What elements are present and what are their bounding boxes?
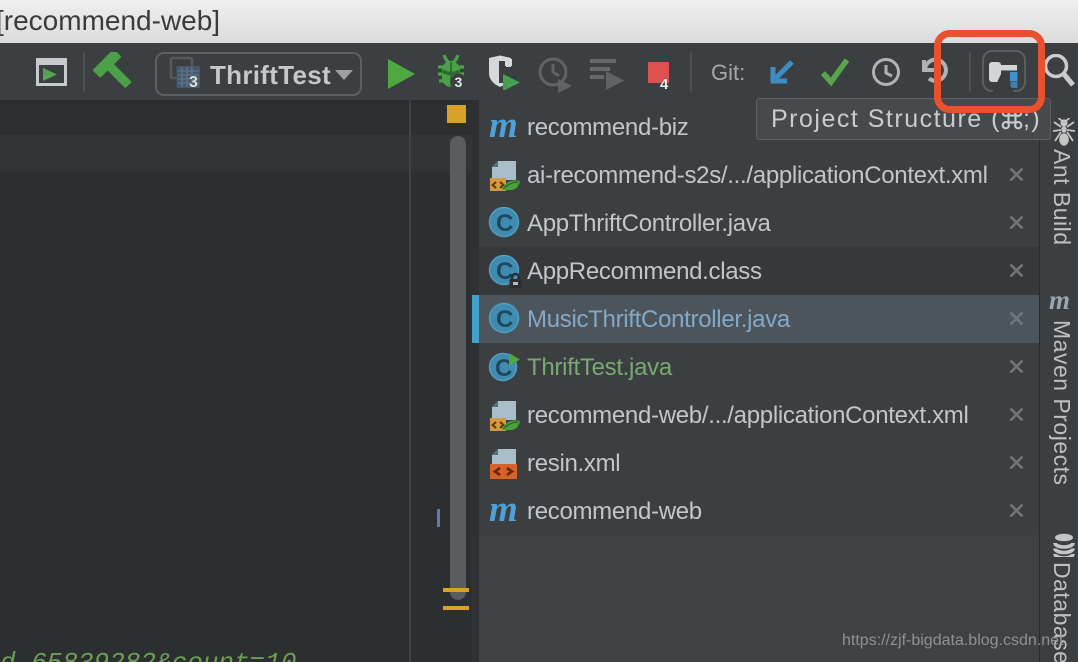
svg-text:m: m [489, 110, 518, 144]
svg-text:3: 3 [455, 74, 463, 90]
svg-text:m: m [489, 494, 518, 528]
svg-text:m: m [1049, 288, 1070, 314]
svg-text:3: 3 [189, 74, 198, 89]
svg-text:4: 4 [660, 76, 669, 92]
svg-text:C: C [496, 210, 513, 237]
svg-text:C: C [496, 306, 513, 333]
